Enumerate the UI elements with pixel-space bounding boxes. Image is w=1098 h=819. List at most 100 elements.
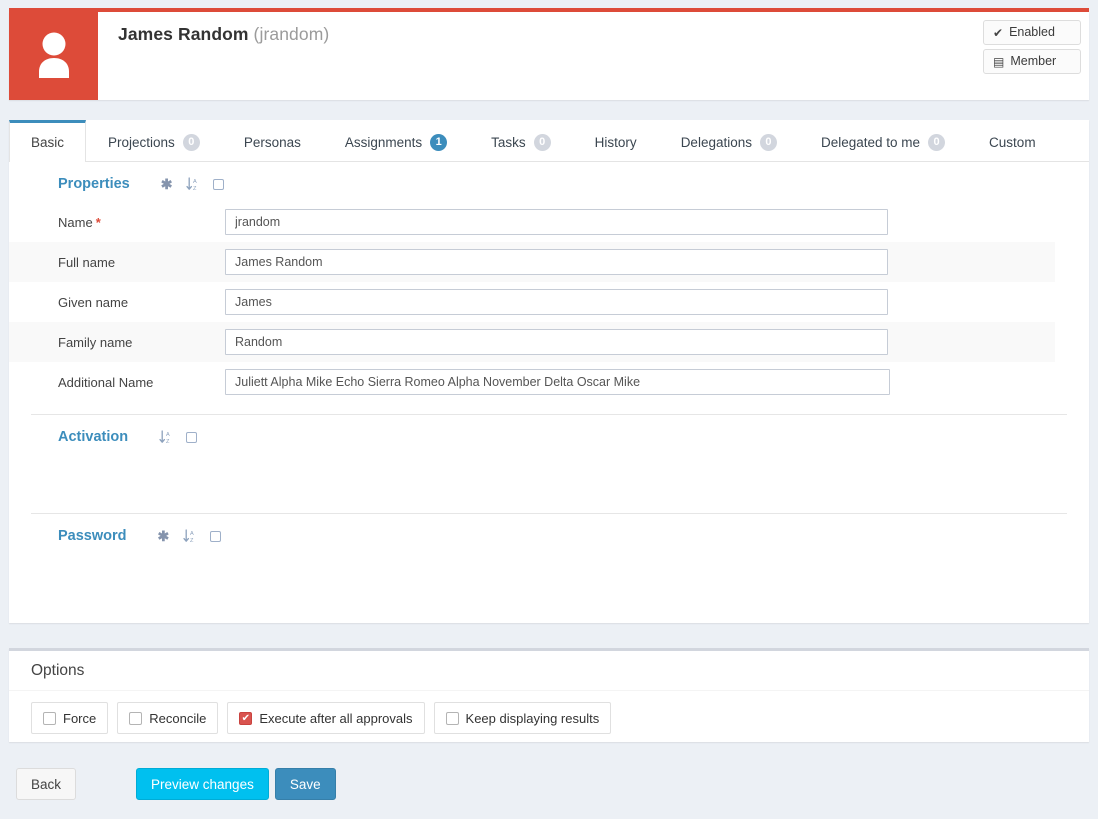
section-password-title: Password [58, 528, 127, 544]
section-activation-header: Activation A Z [9, 415, 1089, 451]
tab-history[interactable]: History [573, 120, 659, 161]
keep-displaying-results-checkbox[interactable] [446, 712, 459, 725]
execute-after-all-approvals-checkbox[interactable] [239, 712, 252, 725]
avatar [9, 12, 98, 100]
additional-name-input[interactable] [225, 369, 890, 395]
field-row-family-name: Family name [9, 322, 1055, 362]
section-properties-icons: ✱ A Z [161, 177, 225, 191]
tab-assignments[interactable]: Assignments 1 [323, 120, 469, 161]
tab-delegations-badge: 0 [760, 134, 777, 151]
option-execute-after-all-approvals-label: Execute after all approvals [259, 711, 412, 726]
back-button[interactable]: Back [16, 768, 76, 800]
section-activation-title: Activation [58, 429, 128, 445]
tab-personas[interactable]: Personas [222, 120, 323, 161]
field-row-given-name: Given name [9, 282, 1055, 322]
building-icon: ▤ [993, 56, 1004, 68]
svg-text:Z: Z [190, 538, 194, 543]
section-activation: Activation A Z [9, 415, 1089, 514]
section-properties-title: Properties [58, 176, 130, 192]
section-activation-icons: A Z [159, 430, 197, 444]
tab-delegated-to-me[interactable]: Delegated to me 0 [799, 120, 967, 161]
name-input[interactable] [225, 209, 888, 235]
options-title: Options [9, 651, 1089, 691]
expand-checkbox-icon[interactable] [186, 432, 197, 443]
reconcile-checkbox[interactable] [129, 712, 142, 725]
tab-projections-badge: 0 [183, 134, 200, 151]
tab-tasks[interactable]: Tasks 0 [469, 120, 573, 161]
status-badge-enabled[interactable]: ✔ Enabled [983, 20, 1081, 45]
main-content-card: Basic Projections 0 Personas Assignments… [9, 120, 1089, 623]
sort-alpha-down-icon[interactable]: A Z [186, 177, 199, 191]
options-row: Force Reconcile Execute after all approv… [9, 691, 1089, 734]
tab-projections[interactable]: Projections 0 [86, 120, 222, 161]
properties-field-rows: Name* Full name Given name Family name A… [9, 202, 1089, 402]
asterisk-icon[interactable]: ✱ [158, 529, 170, 543]
tab-projections-label: Projections [108, 135, 175, 150]
options-card: Options Force Reconcile Execute after al… [9, 648, 1089, 742]
field-label-given-name: Given name [58, 295, 225, 310]
option-keep-displaying-results[interactable]: Keep displaying results [434, 702, 612, 734]
tab-tasks-label: Tasks [491, 135, 526, 150]
tab-custom[interactable]: Custom [967, 120, 1058, 161]
save-button[interactable]: Save [275, 768, 336, 800]
status-badge-member[interactable]: ▤ Member [983, 49, 1081, 74]
expand-checkbox-icon[interactable] [210, 531, 221, 542]
field-label-additional-name: Additional Name [58, 375, 225, 390]
tab-assignments-badge: 1 [430, 134, 447, 151]
tab-custom-label: Custom [989, 135, 1036, 150]
expand-checkbox-icon[interactable] [213, 179, 224, 190]
tab-history-label: History [595, 135, 637, 150]
tab-delegated-to-me-badge: 0 [928, 134, 945, 151]
field-row-name: Name* [9, 202, 1055, 242]
tab-basic-label: Basic [31, 135, 64, 150]
force-checkbox[interactable] [43, 712, 56, 725]
section-password-body [9, 550, 1089, 600]
svg-text:Z: Z [193, 186, 197, 191]
field-row-full-name: Full name [9, 242, 1055, 282]
field-row-additional-name: Additional Name [9, 362, 1055, 402]
sort-alpha-down-icon[interactable]: A Z [159, 430, 172, 444]
header-body: James Random (jrandom) ✔ Enabled ▤ Membe… [98, 12, 1089, 100]
section-properties: Properties ✱ A Z Name* Full name [9, 162, 1089, 415]
option-execute-after-all-approvals[interactable]: Execute after all approvals [227, 702, 424, 734]
full-name-input[interactable] [225, 249, 888, 275]
svg-text:A: A [190, 531, 194, 537]
section-password: Password ✱ A Z [9, 514, 1089, 600]
option-force[interactable]: Force [31, 702, 108, 734]
tab-personas-label: Personas [244, 135, 301, 150]
user-avatar-icon [31, 30, 77, 82]
tab-delegations[interactable]: Delegations 0 [659, 120, 799, 161]
field-label-family-name: Family name [58, 335, 225, 350]
section-properties-header: Properties ✱ A Z [9, 162, 1089, 198]
option-force-label: Force [63, 711, 96, 726]
section-password-icons: ✱ A Z [158, 529, 222, 543]
tab-basic[interactable]: Basic [9, 120, 86, 162]
option-reconcile-label: Reconcile [149, 711, 206, 726]
sort-alpha-down-icon[interactable]: A Z [183, 529, 196, 543]
tab-assignments-label: Assignments [345, 135, 422, 150]
status-badge-member-label: Member [1010, 54, 1056, 69]
svg-text:A: A [193, 179, 197, 185]
tab-tasks-badge: 0 [534, 134, 551, 151]
given-name-input[interactable] [225, 289, 888, 315]
status-badge-enabled-label: Enabled [1009, 25, 1055, 40]
section-activation-body [9, 451, 1089, 501]
field-label-full-name: Full name [58, 255, 225, 270]
option-keep-displaying-results-label: Keep displaying results [466, 711, 600, 726]
user-full-name: James Random [118, 24, 249, 44]
required-marker: * [96, 215, 101, 230]
option-reconcile[interactable]: Reconcile [117, 702, 218, 734]
svg-text:A: A [166, 432, 170, 438]
user-login-name: (jrandom) [254, 24, 330, 44]
check-icon: ✔ [993, 27, 1003, 39]
header-status-badges: ✔ Enabled ▤ Member [983, 20, 1081, 74]
tab-delegated-to-me-label: Delegated to me [821, 135, 920, 150]
asterisk-icon[interactable]: ✱ [161, 177, 173, 191]
tab-bar: Basic Projections 0 Personas Assignments… [9, 120, 1089, 162]
preview-changes-button[interactable]: Preview changes [136, 768, 269, 800]
family-name-input[interactable] [225, 329, 888, 355]
field-label-name: Name* [58, 215, 225, 230]
svg-text:Z: Z [166, 439, 170, 444]
section-password-header: Password ✱ A Z [9, 514, 1089, 550]
user-header-card: James Random (jrandom) ✔ Enabled ▤ Membe… [9, 12, 1089, 100]
